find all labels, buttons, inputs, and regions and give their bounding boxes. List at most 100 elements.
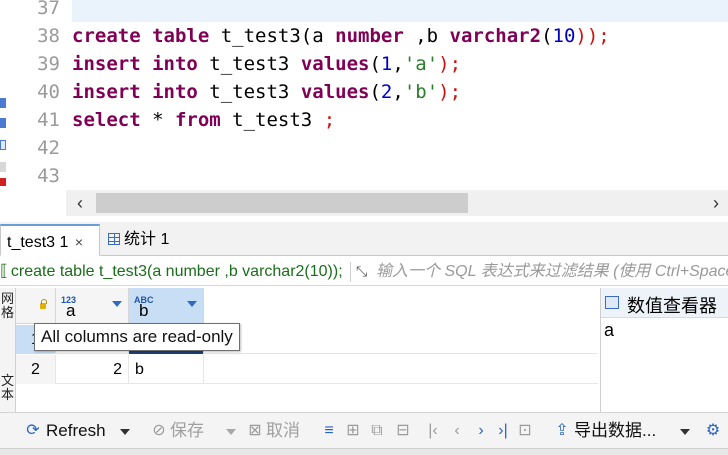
code-token: ; (323, 109, 336, 131)
row-number-header[interactable] (16, 288, 56, 324)
code-line[interactable] (72, 0, 728, 22)
code-token: ,b (403, 25, 450, 47)
code-token: * (140, 109, 175, 131)
value-viewer-content[interactable]: a (604, 320, 614, 341)
code-line[interactable]: insert into t_test3 values(2,'b'); (72, 78, 728, 106)
previous-page-icon[interactable]: ‹ (448, 413, 466, 449)
export-icon[interactable]: ⇪ (553, 413, 571, 449)
panel-icon (605, 296, 619, 309)
lock-icon (40, 299, 47, 309)
code-line[interactable]: insert into t_test3 values(1,'a'); (72, 50, 728, 78)
column-name: b (139, 301, 149, 320)
scroll-right-icon[interactable]: › (704, 190, 728, 216)
code-line[interactable]: create table t_test3(a number ,b varchar… (72, 22, 728, 50)
cancel-icon[interactable]: ⊠ (246, 413, 264, 449)
code-token: into (152, 53, 198, 75)
last-page-icon[interactable]: ›| (494, 413, 512, 449)
code-token: insert (72, 81, 141, 103)
code-area[interactable]: create table t_test3(a number ,b varchar… (72, 0, 728, 190)
strip-marker-icon (0, 162, 6, 172)
expand-icon[interactable]: ⤡ (356, 263, 367, 280)
save-button[interactable]: 保存 (170, 413, 204, 449)
scroll-left-icon[interactable]: ‹ (68, 190, 92, 216)
first-page-icon[interactable]: |‹ (424, 413, 442, 449)
code-token: 'b' (403, 81, 439, 103)
value-viewer-header[interactable]: 数值查看器 (601, 288, 728, 318)
next-page-icon[interactable]: › (472, 413, 490, 449)
value-viewer-title: 数值查看器 (627, 296, 717, 316)
line-number: 39 (37, 53, 60, 75)
code-token: ( (369, 81, 381, 103)
filter-bar: ⟦ create table t_test3(a number ,b varcha… (0, 258, 728, 286)
code-token: 2 (380, 81, 393, 103)
line-number: 42 (37, 137, 60, 159)
code-token: 1 (380, 53, 393, 75)
query-text-value: create table t_test3(a number ,b varchar… (10, 263, 343, 280)
code-token: into (152, 81, 198, 103)
strip-marker-icon (0, 178, 6, 186)
code-token: create (72, 25, 141, 47)
code-token: ); (438, 53, 462, 75)
cancel-button[interactable]: 取消 (266, 413, 300, 449)
code-token: table (152, 25, 210, 47)
side-tab-grid[interactable]: 网格 (1, 292, 15, 320)
code-token: t_test3 (197, 53, 301, 75)
delete-row-icon[interactable]: ⊟ (394, 413, 412, 449)
fetch-all-icon[interactable]: ⊡ (516, 413, 534, 449)
result-toolbar: ⟳ Refresh ⊘ 保存 ⊠ 取消 ≡ ⊞ ⧉ ⊟ |‹ ‹ › ›| ⊡ … (0, 412, 728, 448)
code-token: ( (541, 25, 553, 47)
code-token: t_test3 (220, 109, 324, 131)
code-line[interactable]: select * from t_test3 ; (72, 106, 728, 134)
close-icon[interactable]: × (75, 234, 83, 250)
row-number[interactable]: 2 (16, 355, 56, 384)
chevron-down-icon[interactable] (226, 429, 236, 435)
tab-statistics[interactable]: 统计 1 (102, 224, 202, 256)
export-button[interactable]: 导出数据... (574, 413, 656, 449)
code-token: t_test3(a (209, 25, 336, 47)
table-row[interactable]: 2 2 b (16, 355, 598, 384)
scrollbar-thumb[interactable] (96, 193, 468, 213)
divider (350, 262, 351, 282)
chevron-down-icon[interactable] (680, 429, 690, 435)
chevron-down-icon[interactable] (120, 429, 130, 435)
refresh-button[interactable]: Refresh (46, 413, 106, 449)
code-token: 'a' (403, 53, 439, 75)
code-line[interactable] (72, 134, 728, 162)
line-number: 40 (37, 81, 60, 103)
value-viewer-panel: 数值查看器 a (600, 288, 728, 412)
query-text: ⟦ create table t_test3(a number ,b varcha… (0, 258, 350, 286)
chevron-down-icon[interactable] (112, 301, 122, 307)
gear-icon[interactable]: ⚙ (704, 413, 722, 449)
code-line[interactable] (72, 162, 728, 190)
sql-editor[interactable]: 37 38 39 40 41 42 43 create table t_test3(a nu… (0, 0, 728, 190)
code-token: values (300, 81, 370, 103)
chevron-down-icon[interactable] (187, 301, 197, 307)
tab-t-test3[interactable]: t_test3 1 × (0, 224, 100, 256)
edit-row-icon[interactable]: ≡ (320, 413, 338, 449)
editor-horizontal-scrollbar[interactable]: ‹ › (66, 190, 728, 216)
cell-b[interactable]: b (129, 355, 204, 384)
status-bar (0, 448, 728, 455)
save-icon[interactable]: ⊘ (150, 413, 168, 449)
strip-marker-icon (0, 118, 6, 128)
cell-a[interactable]: 2 (56, 355, 129, 384)
tab-label: 统计 1 (124, 231, 170, 248)
code-token: select (72, 109, 141, 131)
result-tab-bar: t_test3 1 × 统计 1 (0, 222, 728, 256)
filter-input[interactable] (376, 260, 728, 284)
code-token: varchar2 (449, 25, 542, 47)
code-token: , (392, 81, 404, 103)
line-number: 37 (37, 0, 60, 19)
column-header-a[interactable]: 123 a (56, 288, 129, 324)
refresh-icon[interactable]: ⟳ (24, 413, 42, 449)
code-token: )); (575, 25, 610, 47)
side-tab-text[interactable]: 文本 (1, 374, 15, 402)
copy-row-icon[interactable]: ⧉ (368, 413, 386, 449)
editor-side-strip (0, 0, 18, 190)
add-row-icon[interactable]: ⊞ (344, 413, 362, 449)
strip-marker-icon (0, 140, 6, 150)
column-name: a (66, 301, 76, 320)
column-header-b[interactable]: ABC b (129, 288, 204, 324)
